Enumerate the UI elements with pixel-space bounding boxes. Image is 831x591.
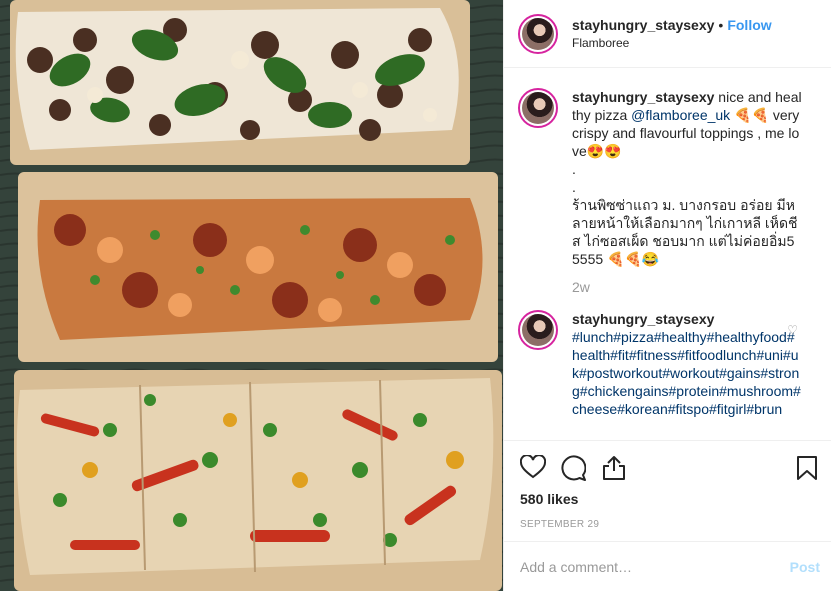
avatar-image [522, 314, 554, 346]
comment-username[interactable]: stayhungry_staysexy [572, 310, 802, 328]
comment-body: stayhungry_staysexy #lunch#pizza#healthy… [572, 310, 802, 418]
caption-text: stayhungry_staysexy nice and healthy piz… [572, 88, 802, 160]
comment-row: stayhungry_staysexy #lunch#pizza#healthy… [504, 310, 831, 418]
instagram-post: stayhungry_staysexy • Follow Flamboree sta… [0, 0, 831, 591]
comments-list[interactable]: stayhungry_staysexy nice and healthy piz… [504, 69, 831, 439]
follow-button[interactable]: Follow [727, 17, 771, 33]
caption-body: stayhungry_staysexy nice and healthy piz… [572, 88, 802, 296]
header-username[interactable]: stayhungry_staysexy [572, 17, 714, 33]
comment-icon[interactable] [560, 455, 587, 484]
post-actions: 580 likes SEPTEMBER 29 [504, 440, 831, 540]
location-link[interactable]: Flamboree [572, 34, 772, 52]
caption-row: stayhungry_staysexy nice and healthy piz… [504, 88, 831, 296]
caption-dot-2: . [572, 179, 576, 195]
post-side-panel: stayhungry_staysexy • Follow Flamboree sta… [503, 0, 831, 591]
caption-timestamp[interactable]: 2w [572, 278, 802, 296]
avatar-image [522, 92, 554, 124]
likes-count[interactable]: 580 likes [520, 491, 818, 507]
bookmark-icon[interactable] [796, 455, 818, 484]
pizza-photo-illustration [0, 0, 503, 591]
comment-hashtags[interactable]: #lunch#pizza#healthy#healthyfood#health#… [572, 328, 802, 418]
caption-thai-text: ร้านพิซซ่าแถว ม. บางกรอบ อร่อย มีหลายหน้… [572, 197, 798, 267]
header-text: stayhungry_staysexy • Follow Flamboree [572, 16, 772, 52]
comment-like-heart-icon[interactable]: ♡ [787, 323, 798, 337]
post-header: stayhungry_staysexy • Follow Flamboree [504, 0, 831, 68]
add-comment-bar: Add a comment… Post [504, 541, 831, 591]
comment-avatar[interactable] [518, 310, 558, 350]
caption-dot-1: . [572, 161, 576, 177]
share-icon[interactable] [602, 455, 626, 484]
caption-avatar[interactable] [518, 88, 558, 128]
heart-icon[interactable] [519, 454, 547, 482]
caption-username[interactable]: stayhungry_staysexy [572, 89, 714, 105]
add-comment-input[interactable]: Add a comment… [520, 559, 790, 575]
avatar[interactable] [518, 13, 558, 54]
action-icons [519, 454, 818, 485]
post-date[interactable]: SEPTEMBER 29 [520, 519, 818, 530]
avatar-image [522, 17, 554, 50]
post-photo[interactable] [0, 0, 503, 591]
post-comment-button[interactable]: Post [790, 559, 820, 575]
header-separator: • [718, 16, 724, 33]
caption-mention-link[interactable]: @flamboree_uk [631, 107, 730, 123]
